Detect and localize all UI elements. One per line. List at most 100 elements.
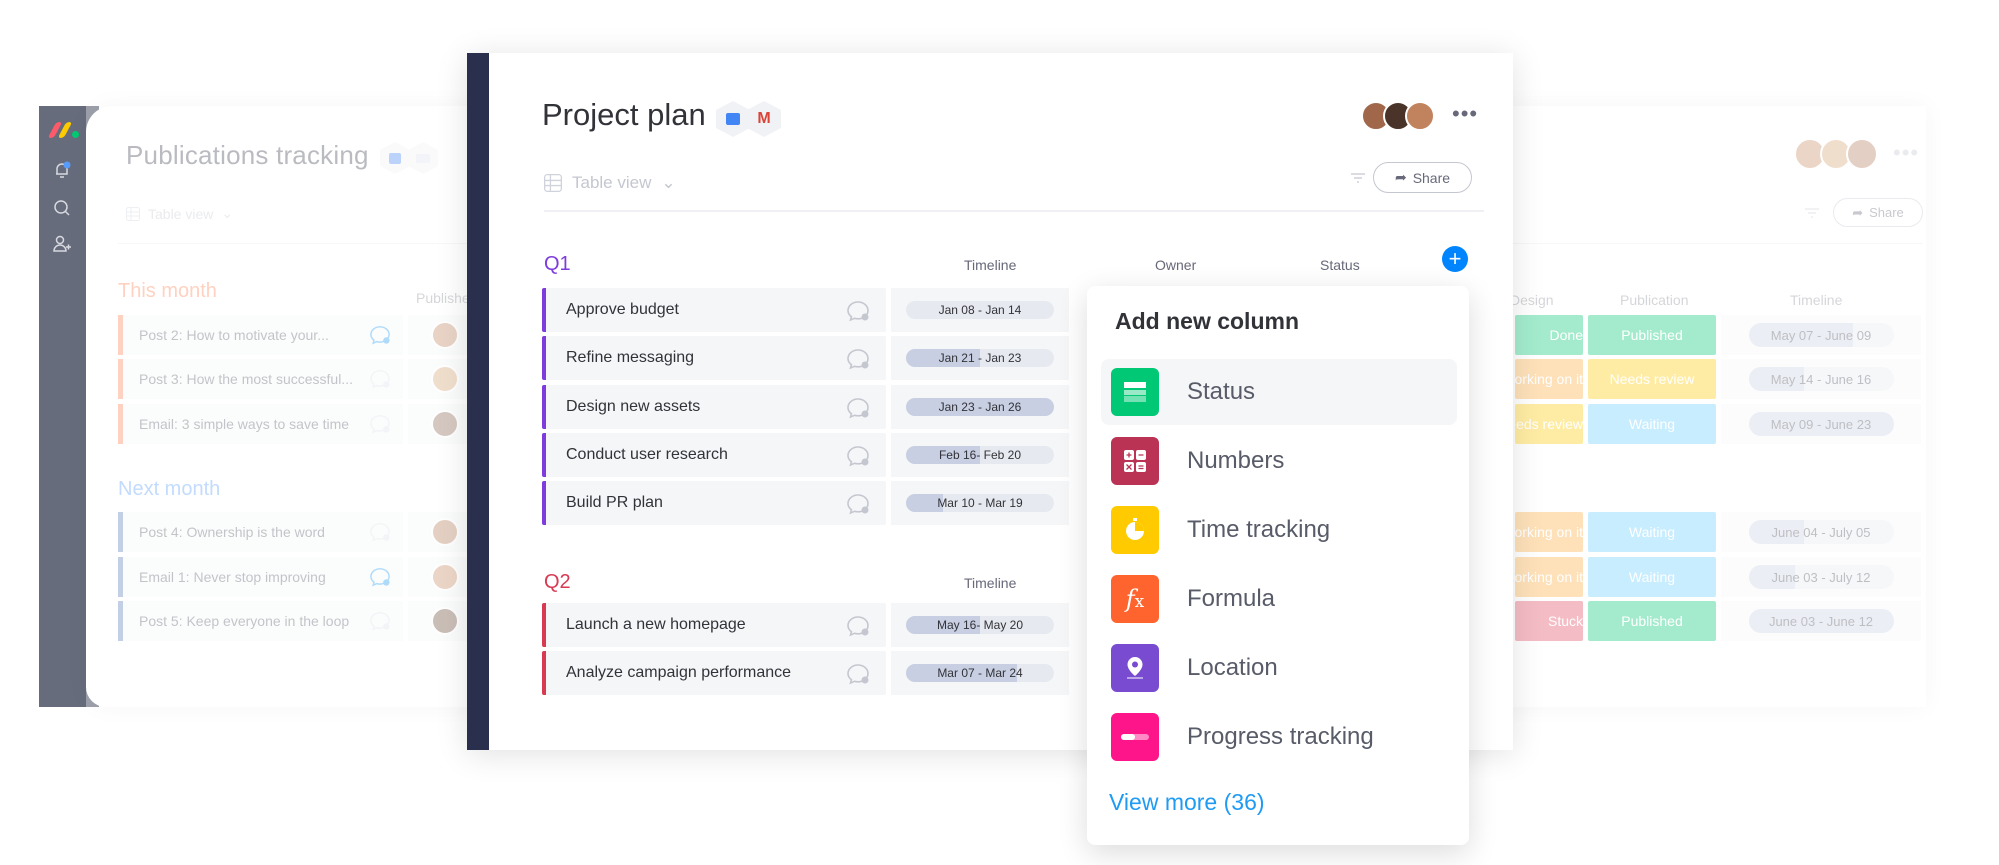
timeline-label: Mar 07 - Mar 24 — [937, 666, 1023, 680]
column-type-location[interactable]: Location — [1101, 635, 1457, 701]
column-type-status[interactable]: Status — [1101, 359, 1457, 425]
table-row[interactable]: Build PR plan Mar 10 - Mar 19 — [542, 481, 1069, 525]
comment-icon[interactable] — [369, 325, 391, 345]
publication-status-cell[interactable]: Needs review — [1588, 359, 1716, 399]
timeline-cell[interactable]: Jan 08 - Jan 14 — [891, 288, 1069, 332]
comment-icon[interactable] — [846, 348, 870, 370]
timeline-cell[interactable]: June 04 - July 05 — [1721, 512, 1921, 552]
timeline-label: Mar 10 - Mar 19 — [937, 496, 1023, 510]
item-name-cell[interactable]: Build PR plan — [542, 481, 886, 525]
comment-icon[interactable] — [369, 522, 391, 542]
design-status-cell[interactable]: Done — [1515, 315, 1583, 355]
share-button[interactable]: ➦ Share — [1833, 198, 1923, 227]
table-row[interactable]: Email: 3 simple ways to save time — [118, 404, 482, 444]
timeline-cell[interactable]: May 14 - June 16 — [1721, 359, 1921, 399]
monday-logo[interactable] — [47, 122, 79, 138]
item-name-cell[interactable]: Approve budget — [542, 288, 886, 332]
timeline-cell[interactable]: Feb 16- Feb 20 — [891, 433, 1069, 477]
table-row-status[interactable]: Stuck Published June 03 - June 12 — [1515, 601, 1921, 641]
publication-status-cell[interactable]: Waiting — [1588, 557, 1716, 597]
item-name-cell[interactable]: Launch a new homepage — [542, 603, 886, 647]
comment-icon[interactable] — [846, 615, 870, 637]
timeline-cell[interactable]: Jan 23 - Jan 26 — [891, 385, 1069, 429]
item-name: Build PR plan — [566, 494, 663, 511]
table-row[interactable]: Conduct user research Feb 16- Feb 20 — [542, 433, 1069, 477]
column-type-formula[interactable]: fx Formula — [1101, 566, 1457, 632]
design-status-cell[interactable]: Working on it — [1515, 359, 1583, 399]
board-members[interactable] — [1361, 101, 1435, 131]
comment-icon[interactable] — [369, 414, 391, 434]
timeline-cell[interactable]: June 03 - July 12 — [1721, 557, 1921, 597]
item-name-cell[interactable]: Post 2: How to motivate your... — [118, 315, 403, 355]
timeline-pill: Feb 16- Feb 20 — [906, 446, 1054, 464]
item-name-cell[interactable]: Post 5: Keep everyone in the loop — [118, 601, 403, 641]
publication-status-cell[interactable]: Waiting — [1588, 512, 1716, 552]
timeline-cell[interactable]: Mar 07 - Mar 24 — [891, 651, 1069, 695]
design-status-cell[interactable]: Working on it — [1515, 557, 1583, 597]
table-row[interactable]: Post 4: Ownership is the word — [118, 512, 482, 552]
table-row[interactable]: Design new assets Jan 23 - Jan 26 — [542, 385, 1069, 429]
publication-status-cell[interactable]: Published — [1588, 601, 1716, 641]
timeline-cell[interactable]: June 03 - June 12 — [1721, 601, 1921, 641]
timeline-cell[interactable]: May 09 - June 23 — [1721, 404, 1921, 444]
column-header-design: Design — [1510, 292, 1554, 308]
table-view-dropdown[interactable]: Table view ⌄ — [544, 173, 676, 193]
item-name-cell[interactable]: Email 1: Never stop improving — [118, 557, 403, 597]
item-name-cell[interactable]: Post 3: How the most successful... — [118, 359, 403, 399]
column-type-numbers[interactable]: Numbers — [1101, 428, 1457, 494]
table-row[interactable]: Post 3: How the most successful... — [118, 359, 482, 399]
timeline-cell[interactable]: May 07 - June 09 — [1721, 315, 1921, 355]
comment-icon[interactable] — [369, 611, 391, 631]
more-options-icon[interactable]: ••• — [1452, 101, 1478, 127]
filter-icon[interactable] — [1804, 207, 1820, 219]
table-row[interactable]: Approve budget Jan 08 - Jan 14 — [542, 288, 1069, 332]
table-row-status[interactable]: Working on it Needs review May 14 - June… — [1515, 359, 1921, 399]
table-view-dropdown[interactable]: Table view ⌄ — [126, 205, 233, 222]
comment-icon[interactable] — [846, 445, 870, 467]
item-name-cell[interactable]: Conduct user research — [542, 433, 886, 477]
comment-icon[interactable] — [846, 300, 870, 322]
comment-icon[interactable] — [369, 567, 391, 587]
bell-icon[interactable] — [52, 160, 72, 180]
timeline-cell[interactable]: May 16- May 20 — [891, 603, 1069, 647]
item-name-cell[interactable]: Refine messaging — [542, 336, 886, 380]
column-type-progress-tracking[interactable]: Progress tracking — [1101, 704, 1457, 770]
column-type-label: Time tracking — [1187, 516, 1331, 543]
add-column-button[interactable]: + — [1442, 246, 1468, 272]
item-name: Post 5: Keep everyone in the loop — [139, 613, 350, 629]
table-row[interactable]: Post 5: Keep everyone in the loop — [118, 601, 482, 641]
publication-status-cell[interactable]: Published — [1588, 315, 1716, 355]
design-status-cell[interactable]: Stuck — [1515, 601, 1583, 641]
table-row[interactable]: Email 1: Never stop improving — [118, 557, 482, 597]
table-row-status[interactable]: Working on it Waiting June 03 - July 12 — [1515, 557, 1921, 597]
view-more-link[interactable]: View more (36) — [1109, 789, 1265, 816]
publication-status-cell[interactable]: Waiting — [1588, 404, 1716, 444]
comment-icon[interactable] — [846, 397, 870, 419]
table-row[interactable]: Refine messaging Jan 21 - Jan 23 — [542, 336, 1069, 380]
table-row-status[interactable]: Needs review Waiting May 09 - June 23 — [1515, 404, 1921, 444]
add-user-icon[interactable] — [52, 234, 72, 254]
table-row-status[interactable]: Working on it Waiting June 04 - July 05 — [1515, 512, 1921, 552]
item-name-cell[interactable]: Design new assets — [542, 385, 886, 429]
search-icon[interactable] — [52, 198, 72, 218]
design-status-cell[interactable]: Needs review — [1515, 404, 1583, 444]
table-row-status[interactable]: Done Published May 07 - June 09 — [1515, 315, 1921, 355]
timeline-cell[interactable]: Jan 21 - Jan 23 — [891, 336, 1069, 380]
item-name-cell[interactable]: Post 4: Ownership is the word — [118, 512, 403, 552]
progress-tracking-icon — [1111, 713, 1159, 761]
board-members[interactable] — [1794, 138, 1878, 170]
timeline-cell[interactable]: Mar 10 - Mar 19 — [891, 481, 1069, 525]
comment-icon[interactable] — [846, 663, 870, 685]
table-row[interactable]: Post 2: How to motivate your... — [118, 315, 482, 355]
comment-icon[interactable] — [846, 493, 870, 515]
filter-icon[interactable] — [1350, 172, 1366, 184]
table-row[interactable]: Analyze campaign performance Mar 07 - Ma… — [542, 651, 1069, 695]
comment-icon[interactable] — [369, 369, 391, 389]
more-options-icon[interactable]: ••• — [1893, 140, 1919, 166]
item-name-cell[interactable]: Analyze campaign performance — [542, 651, 886, 695]
item-name-cell[interactable]: Email: 3 simple ways to save time — [118, 404, 403, 444]
design-status-cell[interactable]: Working on it — [1515, 512, 1583, 552]
share-button[interactable]: ➦ Share — [1373, 162, 1472, 193]
column-type-time-tracking[interactable]: Time tracking — [1101, 497, 1457, 563]
table-row[interactable]: Launch a new homepage May 16- May 20 — [542, 603, 1069, 647]
